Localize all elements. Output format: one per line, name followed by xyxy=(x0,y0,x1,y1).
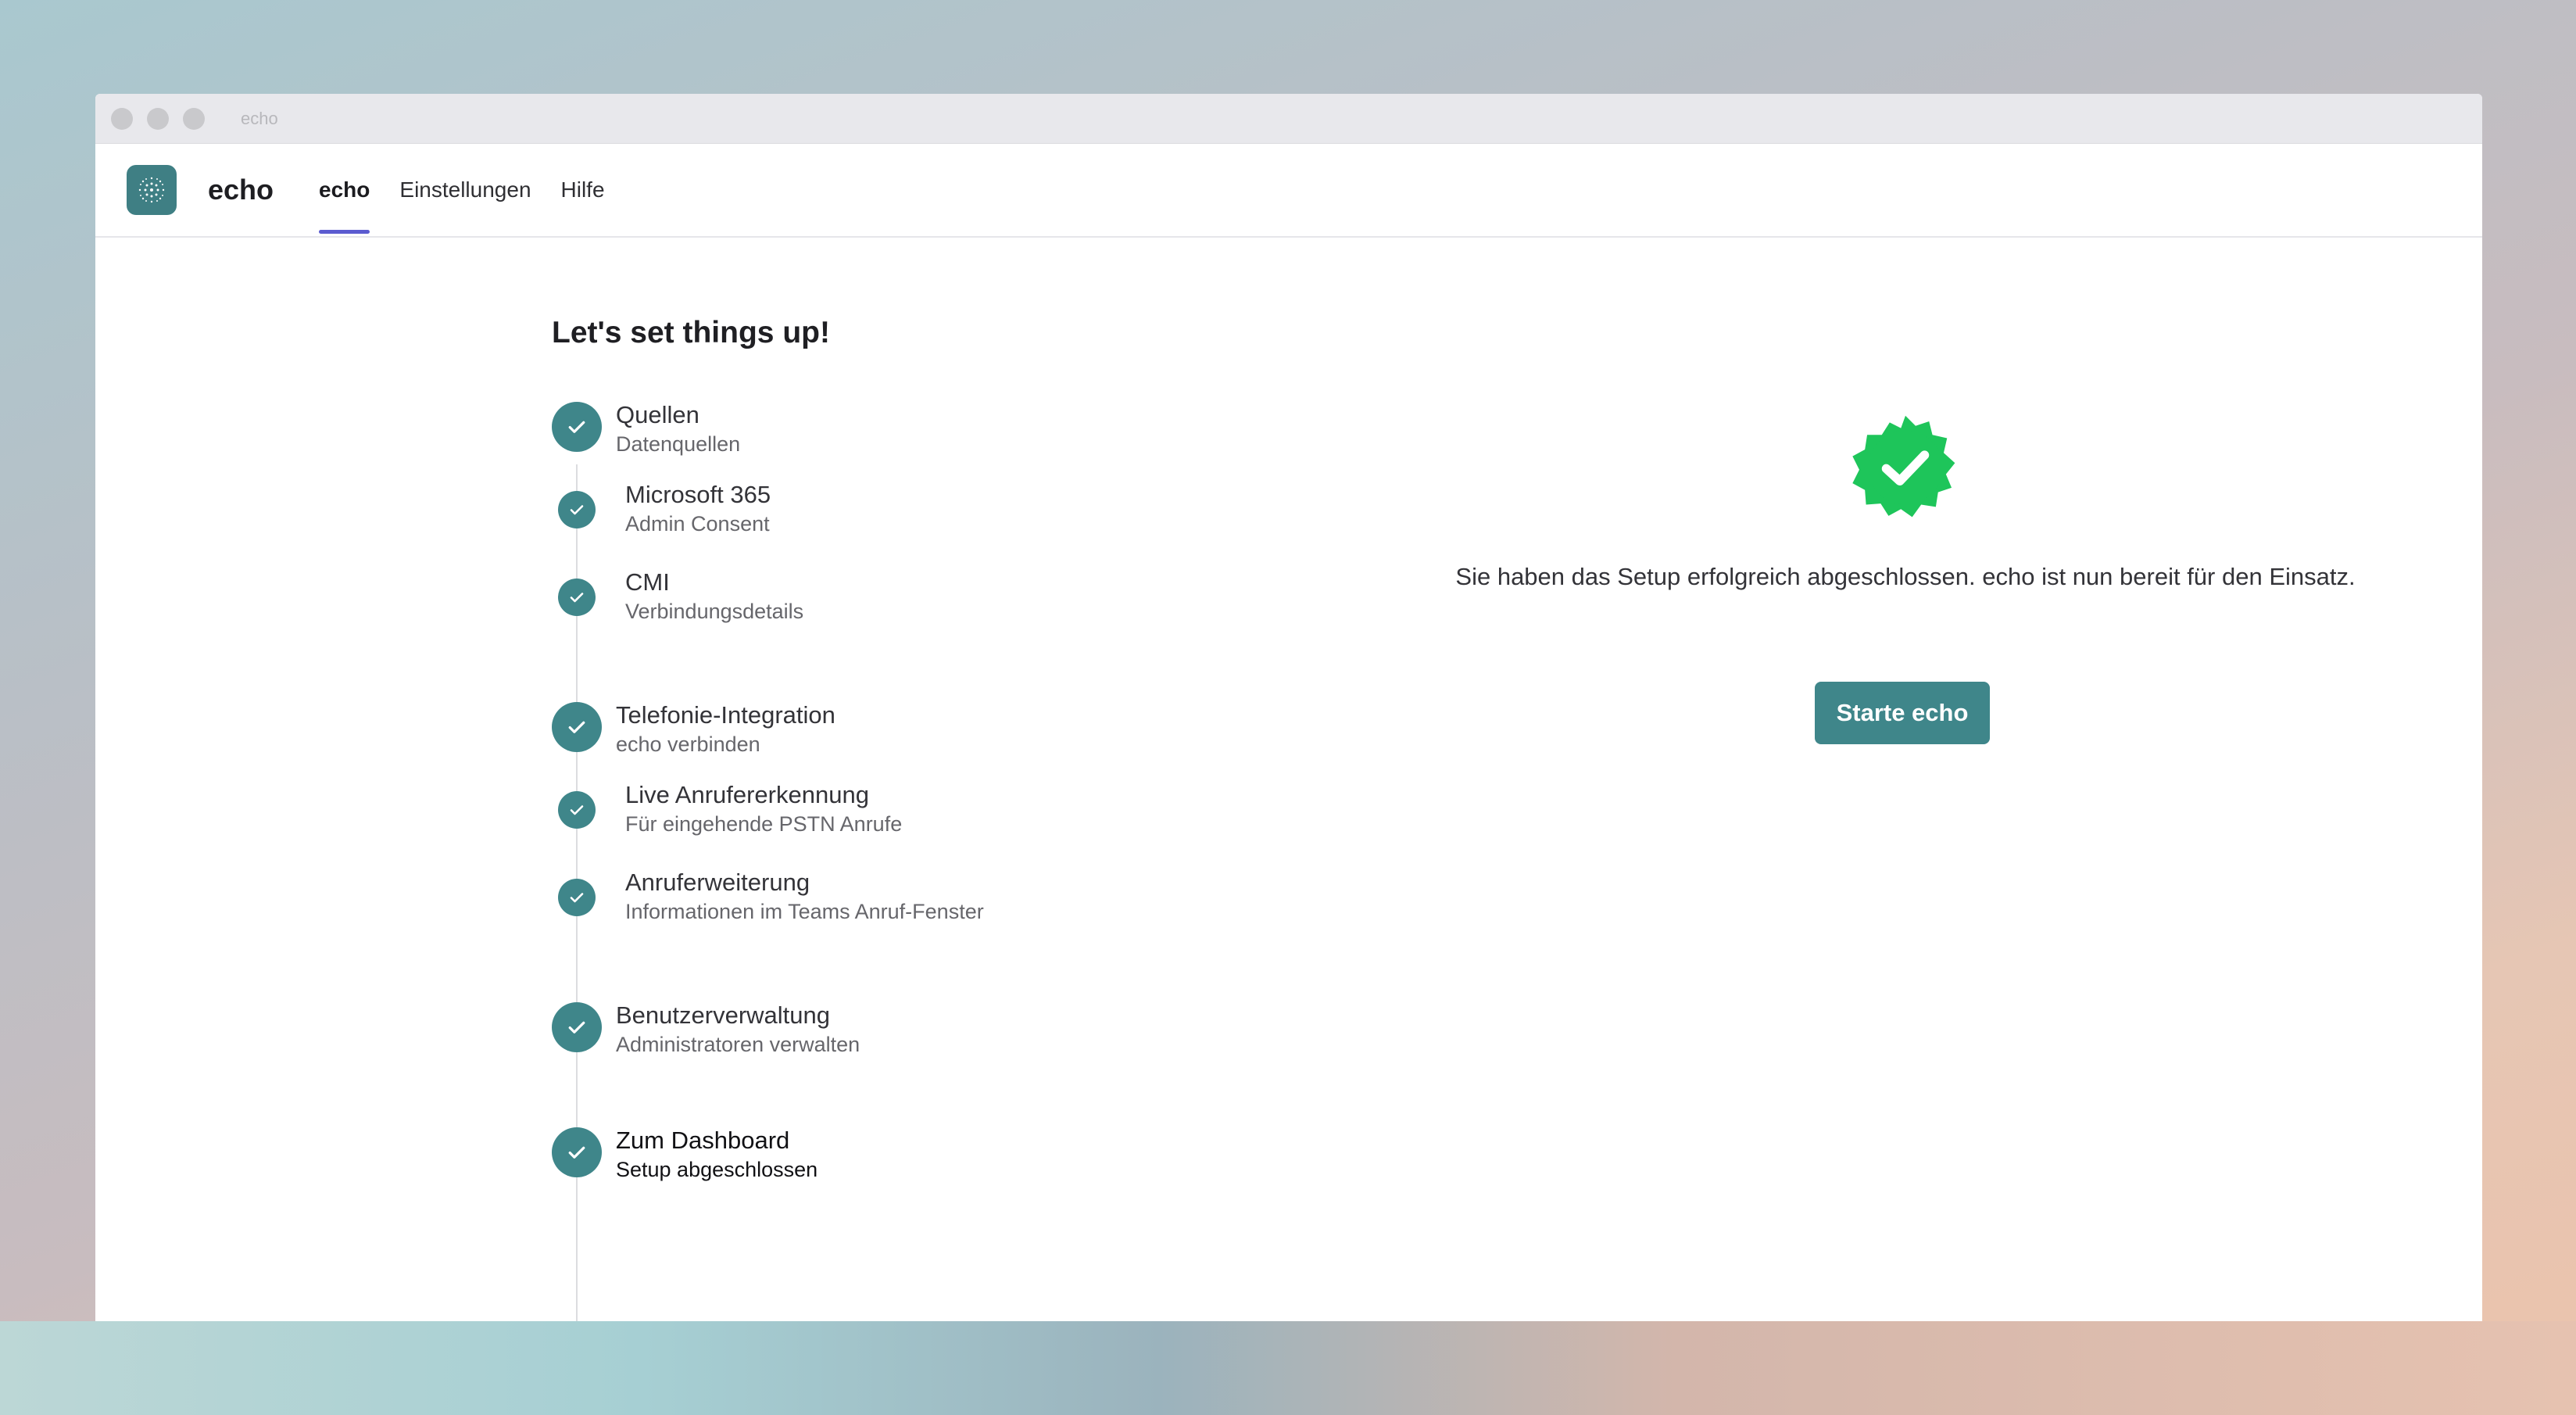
step-title: Quellen xyxy=(616,401,699,428)
start-echo-button[interactable]: Starte echo xyxy=(1815,682,1990,744)
step-subtitle: Administratoren verwalten xyxy=(616,1033,860,1056)
step-subtitle: Admin Consent xyxy=(625,512,770,536)
brand-name: echo xyxy=(208,174,274,206)
app-window: echo echo echo Einstellungen Hilfe Let's… xyxy=(95,94,2482,1321)
step-benutzerverwaltung[interactable]: Benutzerverwaltung Administratoren verwa… xyxy=(552,1001,860,1059)
zoom-window-button[interactable] xyxy=(183,107,205,130)
step-subtitle: Setup abgeschlossen xyxy=(616,1158,818,1181)
window-titlebar: echo xyxy=(95,94,2482,144)
check-icon xyxy=(552,402,602,452)
step-microsoft-365[interactable]: Microsoft 365 Admin Consent xyxy=(558,481,771,538)
check-icon xyxy=(558,879,596,916)
nav-tab-echo[interactable]: echo xyxy=(319,143,370,237)
step-cmi[interactable]: CMI Verbindungsdetails xyxy=(558,568,804,625)
check-icon xyxy=(552,702,602,752)
step-title: Benutzerverwaltung xyxy=(616,1001,830,1029)
step-zum-dashboard[interactable]: Zum Dashboard Setup abgeschlossen xyxy=(552,1127,818,1184)
check-icon xyxy=(552,1127,602,1177)
step-live-anrufererkennung[interactable]: Live Anrufererkennung Für eingehende PST… xyxy=(558,781,903,838)
setup-content: Let's set things up! Quellen Datenquelle… xyxy=(95,238,2482,1321)
window-title: echo xyxy=(241,108,278,128)
step-title: CMI xyxy=(625,568,670,596)
step-subtitle: Für eingehende PSTN Anrufe xyxy=(625,812,903,836)
step-title: Telefonie-Integration xyxy=(616,701,835,729)
step-title: Zum Dashboard xyxy=(616,1127,790,1154)
step-subtitle: echo verbinden xyxy=(616,733,760,756)
step-title: Live Anrufererkennung xyxy=(625,781,869,808)
verified-badge-icon xyxy=(1852,415,1955,518)
check-icon xyxy=(558,491,596,528)
success-message: Sie haben das Setup erfolgreich abgeschl… xyxy=(1455,563,2356,590)
nav-tab-einstellungen[interactable]: Einstellungen xyxy=(399,143,531,237)
step-title: Anruferweiterung xyxy=(625,869,810,896)
step-anruferweiterung[interactable]: Anruferweiterung Informationen im Teams … xyxy=(558,869,984,926)
minimize-window-button[interactable] xyxy=(147,107,169,130)
top-navbar: echo echo Einstellungen Hilfe xyxy=(95,144,2482,238)
nav-tab-hilfe[interactable]: Hilfe xyxy=(561,143,605,237)
echo-logo-icon xyxy=(127,165,177,215)
check-icon xyxy=(552,1002,602,1052)
step-title: Microsoft 365 xyxy=(625,481,771,508)
check-icon xyxy=(558,579,596,616)
check-icon xyxy=(558,791,596,829)
step-telefonie-integration[interactable]: Telefonie-Integration echo verbinden xyxy=(552,701,835,758)
desktop-background-band xyxy=(0,1321,2576,1415)
page-title: Let's set things up! xyxy=(552,316,830,349)
step-subtitle: Datenquellen xyxy=(616,432,741,456)
step-quellen[interactable]: Quellen Datenquellen xyxy=(552,401,741,458)
close-window-button[interactable] xyxy=(111,107,133,130)
step-subtitle: Verbindungsdetails xyxy=(625,600,804,623)
step-subtitle: Informationen im Teams Anruf-Fenster xyxy=(625,900,984,923)
